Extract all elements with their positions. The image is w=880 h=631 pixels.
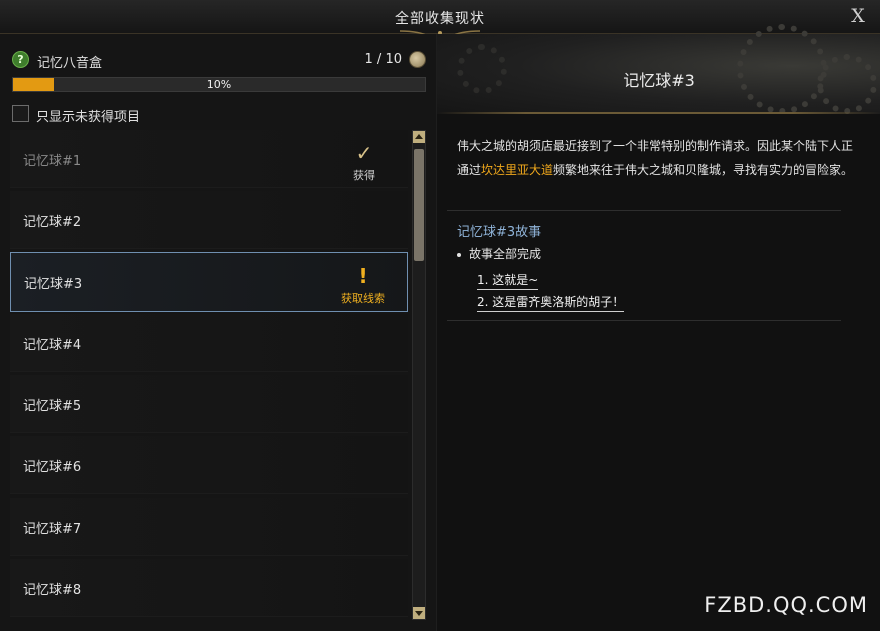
story-status-text: 故事全部完成 — [469, 247, 542, 261]
story-link[interactable]: 2. 这是雷齐奥洛斯的胡子！ — [477, 293, 625, 312]
list-item-label: 记忆球#7 — [23, 522, 82, 537]
watermark: FZBD.QQ.COM — [704, 593, 868, 617]
memory-orb-list: 记忆球#1 ✓ 获得 记忆球#2 记忆球#3 ! 获取线索 记忆球#4 记忆球#… — [10, 130, 408, 625]
medal-icon — [409, 51, 426, 68]
progress-label: 10% — [206, 78, 232, 91]
bullet-icon — [457, 252, 461, 257]
list-item[interactable]: 记忆球#4 — [10, 314, 408, 372]
list-item[interactable]: 记忆球#7 — [10, 498, 408, 556]
detail-title: 记忆球#3 — [623, 71, 695, 90]
help-icon[interactable]: ? — [12, 51, 29, 68]
collection-progress-bar: 10% — [12, 77, 426, 92]
list-item-label: 记忆球#5 — [23, 399, 82, 414]
description-text: 频繁地来往于伟大之城和贝隆城，寻找有实力的冒险家。 — [553, 163, 854, 177]
section-divider — [447, 210, 841, 211]
list-item[interactable]: 记忆球#1 ✓ 获得 — [10, 130, 408, 188]
status-text: 获得 — [353, 169, 375, 182]
section-divider — [447, 320, 841, 321]
list-item[interactable]: 记忆球#2 — [10, 191, 408, 249]
story-status: 故事全部完成 — [457, 245, 541, 262]
location-highlight[interactable]: 坎达里亚大道 — [481, 163, 553, 177]
status-text: 获取线索 — [341, 292, 385, 305]
detail-panel: 记忆球#3 伟大之城的胡须店最近接到了一个非常特别的制作请求。因此某个陆下人正通… — [436, 24, 880, 631]
list-item[interactable]: 记忆球#5 — [10, 375, 408, 433]
list-item-label: 记忆球#6 — [23, 460, 82, 475]
list-item[interactable]: 记忆球#8 — [10, 559, 408, 617]
detail-header: 记忆球#3 — [437, 24, 880, 114]
collection-count: 1 / 10 — [364, 52, 402, 67]
collection-window: 全部收集现状 X ? 记忆八音盒 1 / 10 10% 只显示未获得项目 记忆球… — [0, 0, 880, 631]
list-item[interactable]: 记忆球#6 — [10, 436, 408, 494]
obtained-status: ✓ 获得 — [334, 142, 394, 183]
exclamation-icon: ! — [358, 264, 368, 288]
scroll-thumb[interactable] — [414, 149, 424, 261]
list-item-label: 记忆球#2 — [23, 215, 82, 230]
unobtained-only-checkbox[interactable] — [12, 105, 29, 122]
scroll-down-arrow-icon[interactable] — [413, 607, 425, 619]
title-bar: 全部收集现状 X — [0, 0, 880, 44]
list-item-label: 记忆球#4 — [23, 338, 82, 353]
list-scrollbar[interactable] — [412, 130, 426, 620]
unobtained-only-label: 只显示未获得项目 — [36, 110, 141, 125]
clue-status: ! 获取线索 — [333, 265, 393, 306]
collection-name: 记忆八音盒 — [37, 56, 103, 71]
story-link[interactable]: 1. 这就是~ — [477, 271, 539, 290]
list-item-label: 记忆球#3 — [24, 277, 83, 292]
list-item-selected[interactable]: 记忆球#3 ! 获取线索 — [10, 252, 408, 312]
detail-description: 伟大之城的胡须店最近接到了一个非常特别的制作请求。因此某个陆下人正通过坎达里亚大… — [457, 134, 857, 182]
list-item-label: 记忆球#1 — [23, 154, 82, 169]
list-item-label: 记忆球#8 — [23, 583, 82, 598]
header-divider — [437, 112, 880, 114]
collection-list-panel: ? 记忆八音盒 1 / 10 10% 只显示未获得项目 记忆球#1 ✓ 获得 记… — [0, 34, 436, 631]
checkmark-icon: ✓ — [355, 141, 373, 165]
window-title: 全部收集现状 — [395, 11, 485, 27]
scroll-up-arrow-icon[interactable] — [413, 131, 425, 143]
close-button[interactable]: X — [848, 6, 868, 26]
story-title: 记忆球#3故事 — [457, 225, 542, 240]
